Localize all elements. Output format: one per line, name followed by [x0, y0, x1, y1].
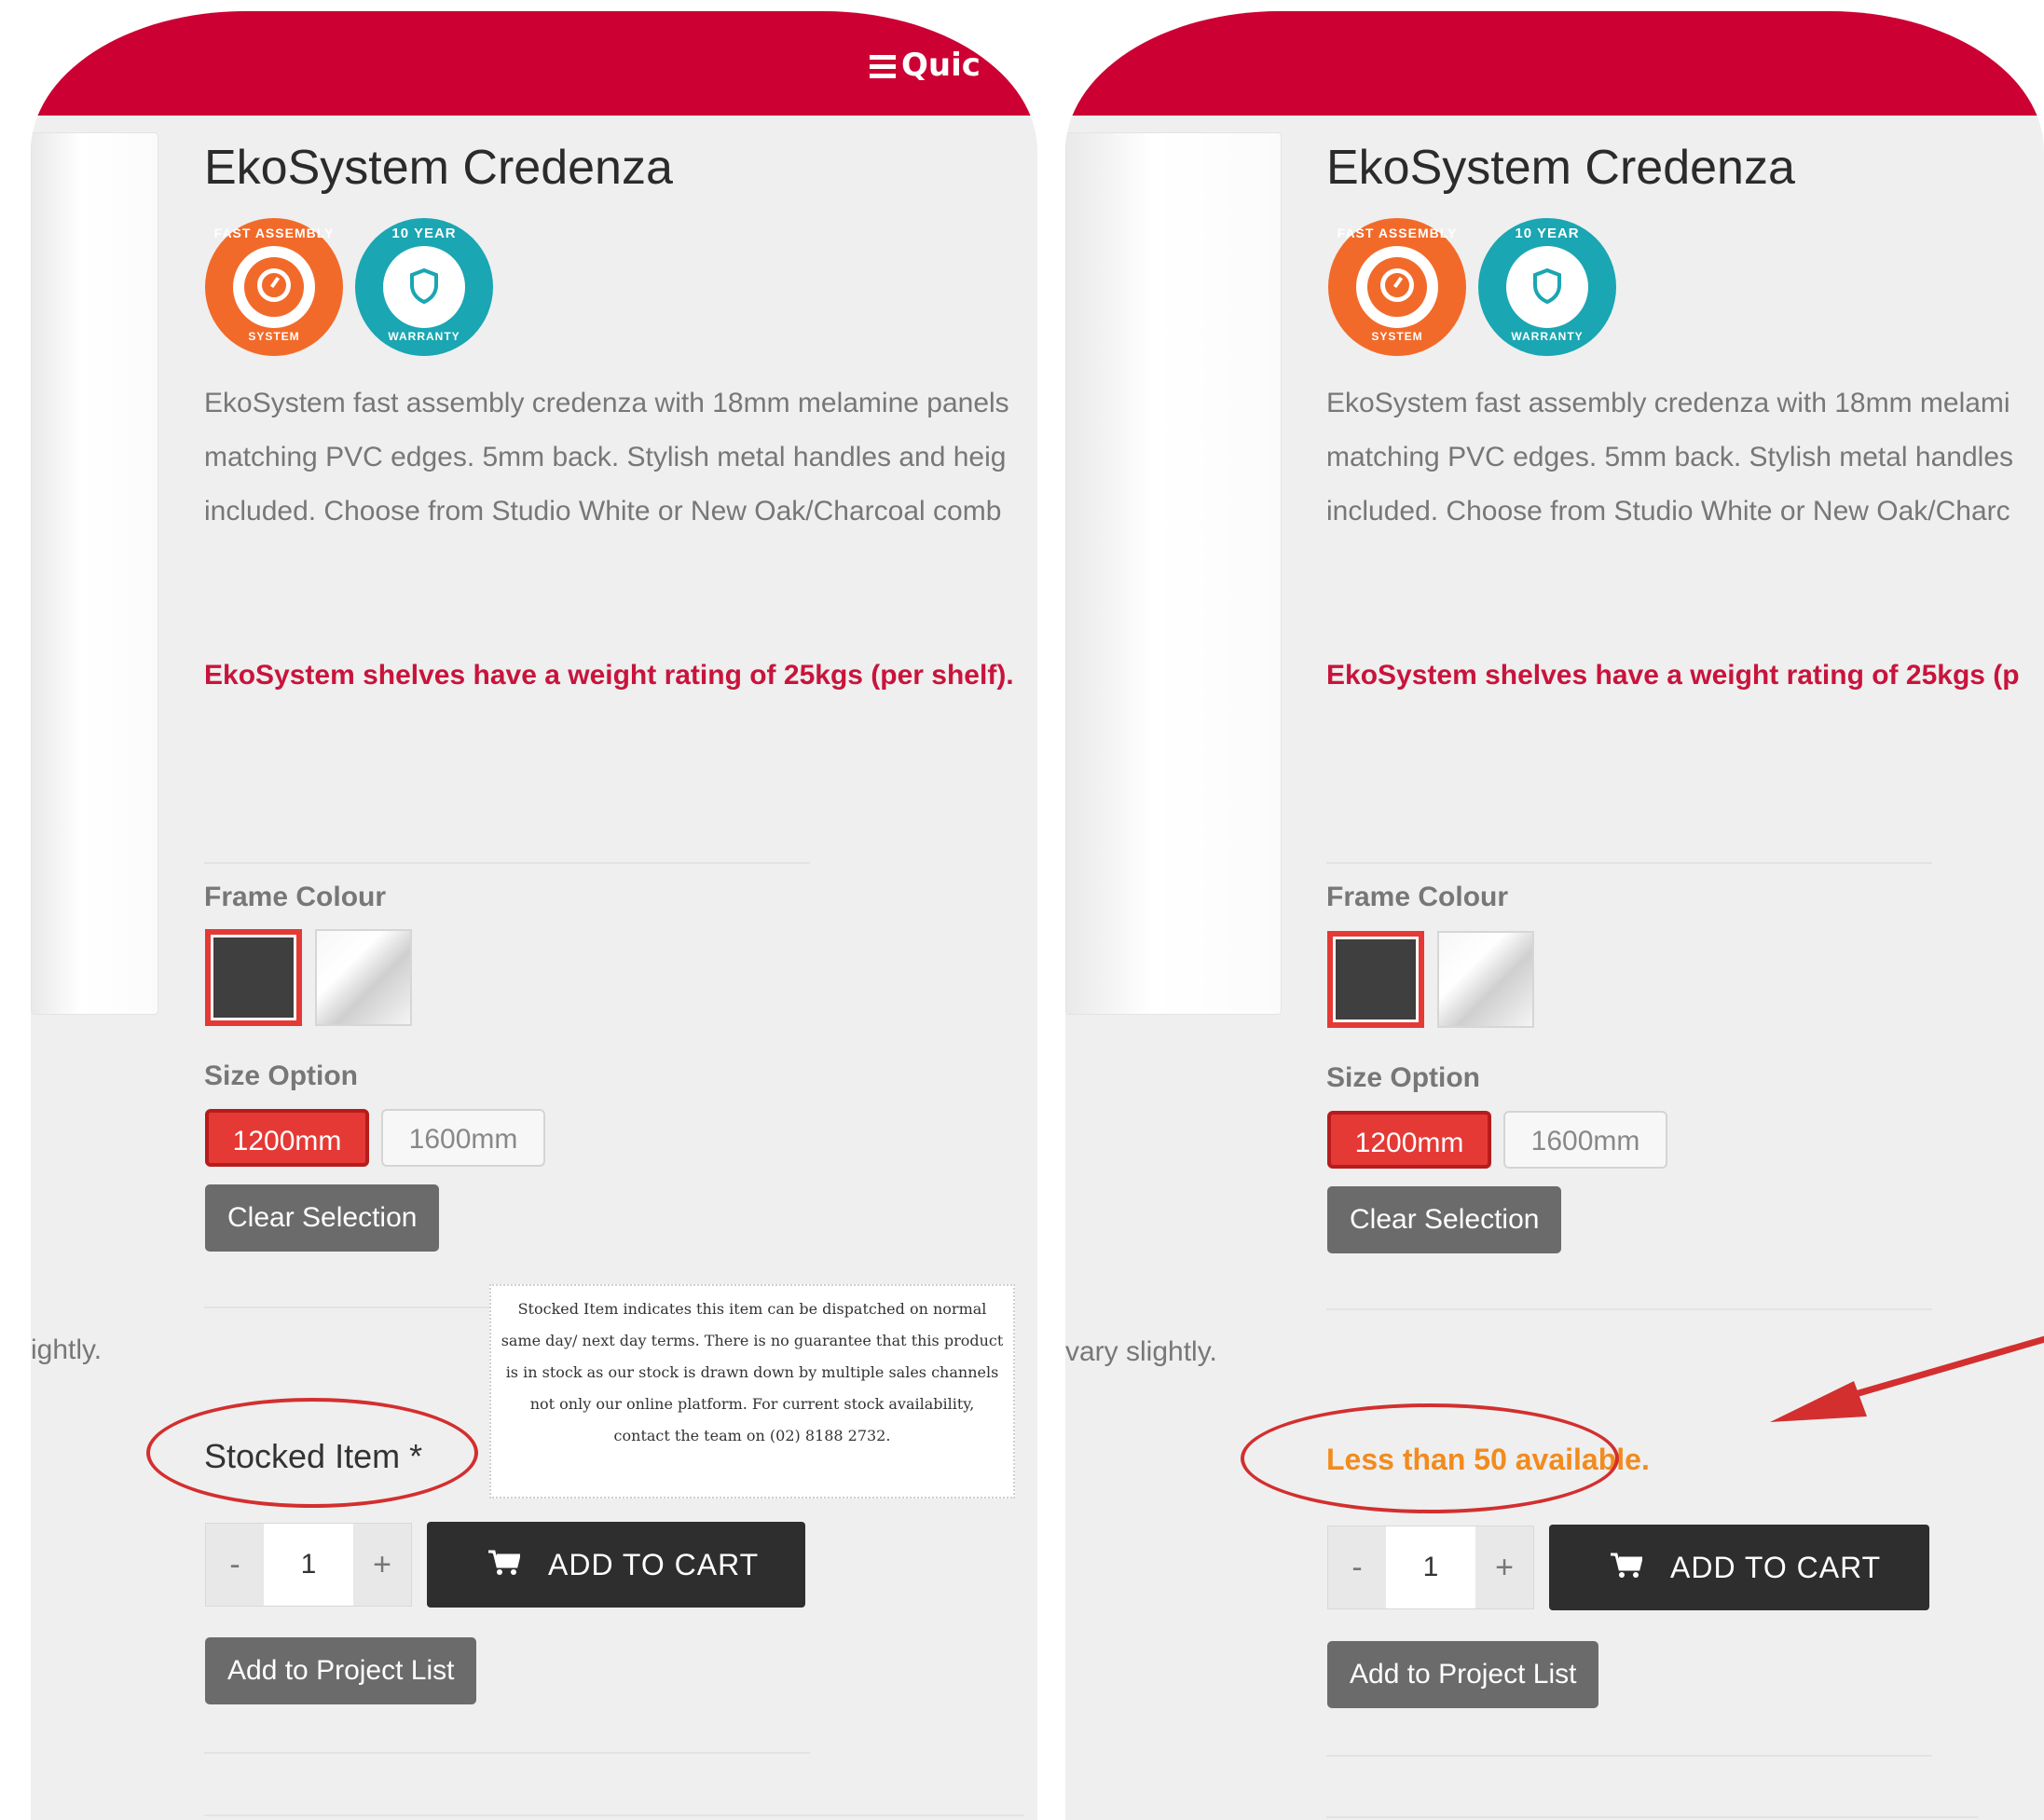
divider — [1326, 862, 1932, 864]
size-option-label: Size Option — [204, 1061, 358, 1091]
weight-rating-note: EkoSystem shelves have a weight rating o… — [204, 660, 1014, 691]
clear-selection-button[interactable]: Clear Selection — [205, 1184, 440, 1252]
stopwatch-icon — [1380, 268, 1414, 302]
weight-rating-note: EkoSystem shelves have a weight rating o… — [1326, 660, 2020, 691]
quick-menu-button[interactable]: Quic — [870, 47, 981, 84]
warranty-badge: 10 YEAR WARRANTY — [355, 218, 493, 356]
product-title: EkoSystem Credenza — [204, 141, 673, 195]
add-to-cart-label: ADD TO CART — [548, 1548, 760, 1581]
frame-colour-label: Frame Colour — [204, 882, 387, 912]
quantity-stepper[interactable]: - 1 + — [205, 1523, 412, 1607]
quick-menu-label: Quic — [901, 47, 981, 84]
frame-colour-charcoal-swatch[interactable] — [205, 929, 302, 1026]
stopwatch-icon — [257, 268, 291, 302]
size-1600mm-button[interactable]: 1600mm — [1503, 1111, 1667, 1169]
fast-assembly-badge: FAST ASSEMBLY SYSTEM — [1328, 218, 1466, 356]
shield-icon — [1533, 268, 1561, 304]
add-to-cart-label: ADD TO CART — [1670, 1551, 1882, 1584]
right-screenshot-panel: EkoSystem Credenza FAST ASSEMBLY SYSTEM … — [1065, 11, 2044, 1820]
add-to-project-list-button[interactable]: Add to Project List — [205, 1637, 477, 1704]
frame-colour-white-swatch[interactable] — [315, 929, 412, 1026]
divider — [204, 1814, 1024, 1816]
product-description: EkoSystem fast assembly credenza with 18… — [204, 388, 1009, 527]
top-nav-bar: Quic — [31, 11, 1037, 116]
quantity-decrease-button[interactable]: - — [206, 1524, 264, 1606]
cart-icon — [488, 1550, 520, 1575]
left-screenshot-panel: Quic EkoSystem Credenza FAST ASSEMBLY SY… — [31, 11, 1037, 1820]
quantity-input[interactable]: 1 — [1386, 1526, 1475, 1608]
frame-colour-white-swatch[interactable] — [1437, 931, 1534, 1028]
frame-colour-label: Frame Colour — [1326, 882, 1509, 912]
hamburger-icon — [870, 50, 896, 83]
top-nav-bar — [1065, 11, 2044, 116]
size-option-label: Size Option — [1326, 1062, 1480, 1093]
clear-selection-button[interactable]: Clear Selection — [1327, 1186, 1562, 1253]
quantity-stepper[interactable]: - 1 + — [1327, 1526, 1534, 1609]
annotation-arrow-icon — [1770, 1335, 2044, 1422]
quantity-decrease-button[interactable]: - — [1328, 1526, 1386, 1608]
warranty-badge: 10 YEAR WARRANTY — [1478, 218, 1616, 356]
stocked-item-tooltip: Stocked Item indicates this item can be … — [489, 1284, 1015, 1498]
shield-icon — [410, 268, 438, 304]
cart-icon — [1611, 1553, 1642, 1578]
add-to-project-list-button[interactable]: Add to Project List — [1327, 1641, 1599, 1708]
quantity-increase-button[interactable]: + — [353, 1524, 411, 1606]
product-image-card — [31, 132, 158, 1015]
size-1200mm-button[interactable]: 1200mm — [1327, 1111, 1491, 1169]
product-title: EkoSystem Credenza — [1326, 141, 1795, 195]
divider — [1326, 1755, 1932, 1757]
side-description-text: ightly. — [31, 1334, 103, 1365]
size-1200mm-button[interactable]: 1200mm — [205, 1109, 369, 1167]
product-description: EkoSystem fast assembly credenza with 18… — [1326, 388, 2014, 527]
annotation-ellipse — [1241, 1403, 1619, 1513]
divider — [1326, 1816, 1979, 1818]
fast-assembly-badge: FAST ASSEMBLY SYSTEM — [205, 218, 343, 356]
add-to-cart-button[interactable]: ADD TO CART — [427, 1522, 805, 1608]
divider — [1326, 1308, 1932, 1310]
frame-colour-charcoal-swatch[interactable] — [1327, 931, 1424, 1028]
size-1600mm-button[interactable]: 1600mm — [381, 1109, 545, 1167]
divider — [204, 862, 810, 864]
product-image-card — [1065, 132, 1282, 1015]
add-to-cart-button[interactable]: ADD TO CART — [1549, 1525, 1929, 1610]
quantity-input[interactable]: 1 — [264, 1524, 353, 1606]
divider — [204, 1752, 810, 1754]
side-description-text: vary slightly. — [1065, 1336, 1217, 1367]
annotation-ellipse — [146, 1398, 478, 1508]
quantity-increase-button[interactable]: + — [1475, 1526, 1533, 1608]
